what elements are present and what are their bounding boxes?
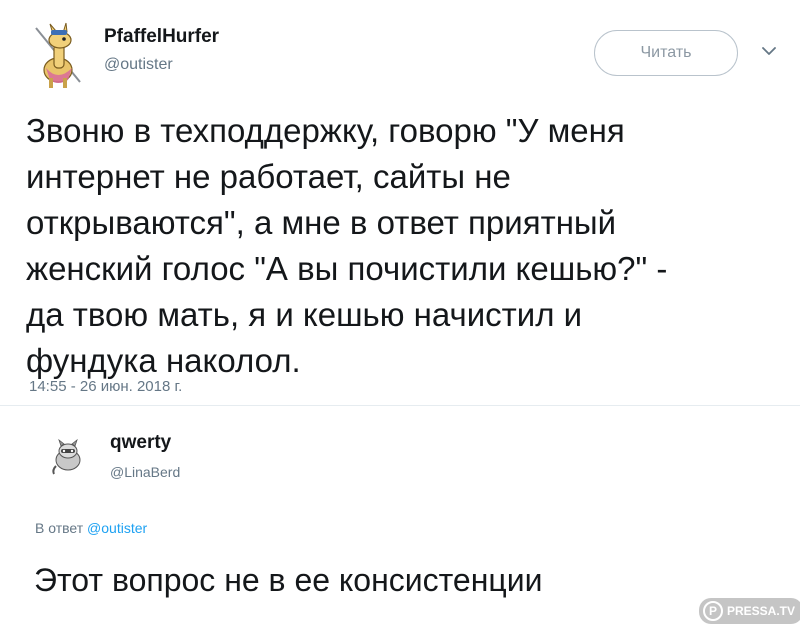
reply-tweet: qwerty @LinaBerd В ответ @outister Этот …: [0, 406, 800, 634]
pressa-logo-icon: P: [703, 601, 723, 621]
main-tweet: PfaffelHurfer @outister Читать Звоню в т…: [0, 0, 800, 405]
llama-avatar-icon[interactable]: [22, 20, 92, 90]
reply-author-name[interactable]: qwerty: [110, 432, 171, 454]
author-handle[interactable]: @outister: [104, 56, 173, 74]
reply-to-mention[interactable]: @outister: [87, 520, 147, 536]
watermark-text: PRESSA.TV: [727, 604, 796, 618]
reply-to-label: В ответ: [35, 520, 84, 536]
follow-button[interactable]: Читать: [594, 30, 738, 76]
pressa-watermark: P PRESSA.TV: [699, 598, 800, 624]
tweet-text: Звоню в техподдержку, говорю "У меня инт…: [26, 112, 668, 379]
raccoon-avatar-icon[interactable]: [48, 436, 88, 476]
reply-to-line: В ответ @outister: [35, 520, 147, 536]
author-name[interactable]: PfaffelHurfer: [104, 26, 219, 48]
reply-author-handle[interactable]: @LinaBerd: [110, 464, 180, 480]
chevron-down-icon[interactable]: [758, 40, 780, 62]
tweet-timestamp[interactable]: 14:55 - 26 июн. 2018 г.: [29, 378, 182, 395]
reply-text: Этот вопрос не в ее консистенции: [34, 562, 543, 598]
